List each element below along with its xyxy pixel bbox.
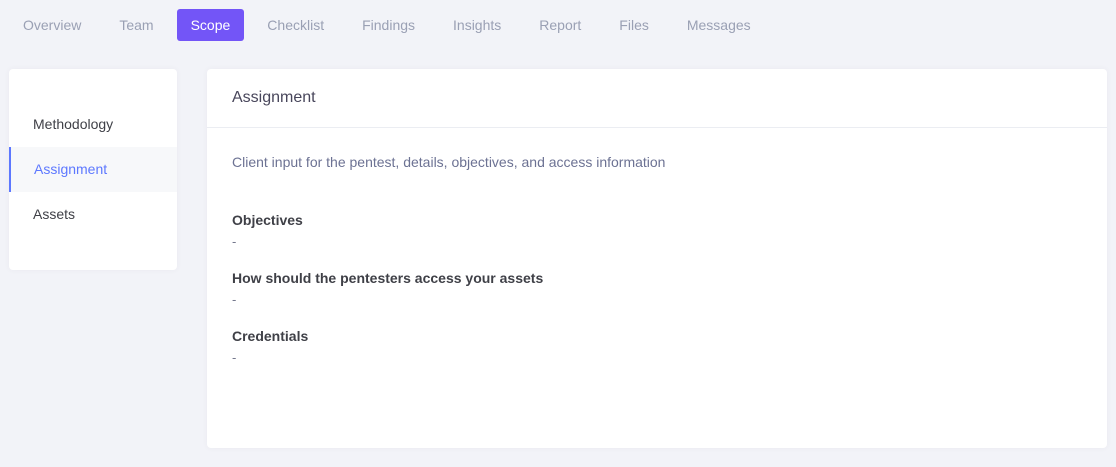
tab-bar: Overview Team Scope Checklist Findings I…: [8, 9, 774, 41]
tab-team[interactable]: Team: [104, 9, 168, 41]
field-credentials: Credentials -: [232, 328, 1082, 364]
tab-checklist[interactable]: Checklist: [252, 9, 339, 41]
sidebar-nav: Methodology Assignment Assets: [9, 102, 177, 237]
field-label: Objectives: [232, 212, 303, 228]
tab-overview[interactable]: Overview: [8, 9, 96, 41]
field-value: -: [232, 350, 237, 365]
field-objectives: Objectives -: [232, 212, 1082, 248]
sidebar-item-assignment[interactable]: Assignment: [9, 147, 177, 192]
sidebar-item-methodology[interactable]: Methodology: [9, 102, 177, 147]
tab-messages[interactable]: Messages: [672, 9, 766, 41]
field-value: -: [232, 292, 237, 307]
field-label: How should the pentesters access your as…: [232, 270, 544, 286]
panel-description: Client input for the pentest, details, o…: [232, 154, 666, 170]
tab-report[interactable]: Report: [524, 9, 596, 41]
assignment-panel: Assignment Client input for the pentest,…: [207, 69, 1107, 448]
tab-scope[interactable]: Scope: [176, 9, 245, 41]
panel-body: Client input for the pentest, details, o…: [207, 128, 1107, 364]
sidebar-item-assets[interactable]: Assets: [9, 192, 177, 237]
panel-title: Assignment: [232, 89, 316, 106]
field-label: Credentials: [232, 328, 309, 344]
field-value: -: [232, 234, 237, 249]
tab-insights[interactable]: Insights: [438, 9, 516, 41]
panel-header: Assignment: [207, 69, 1107, 128]
tab-findings[interactable]: Findings: [347, 9, 430, 41]
scope-sidebar: Methodology Assignment Assets: [9, 69, 177, 270]
tab-files[interactable]: Files: [604, 9, 664, 41]
field-access: How should the pentesters access your as…: [232, 270, 1082, 306]
